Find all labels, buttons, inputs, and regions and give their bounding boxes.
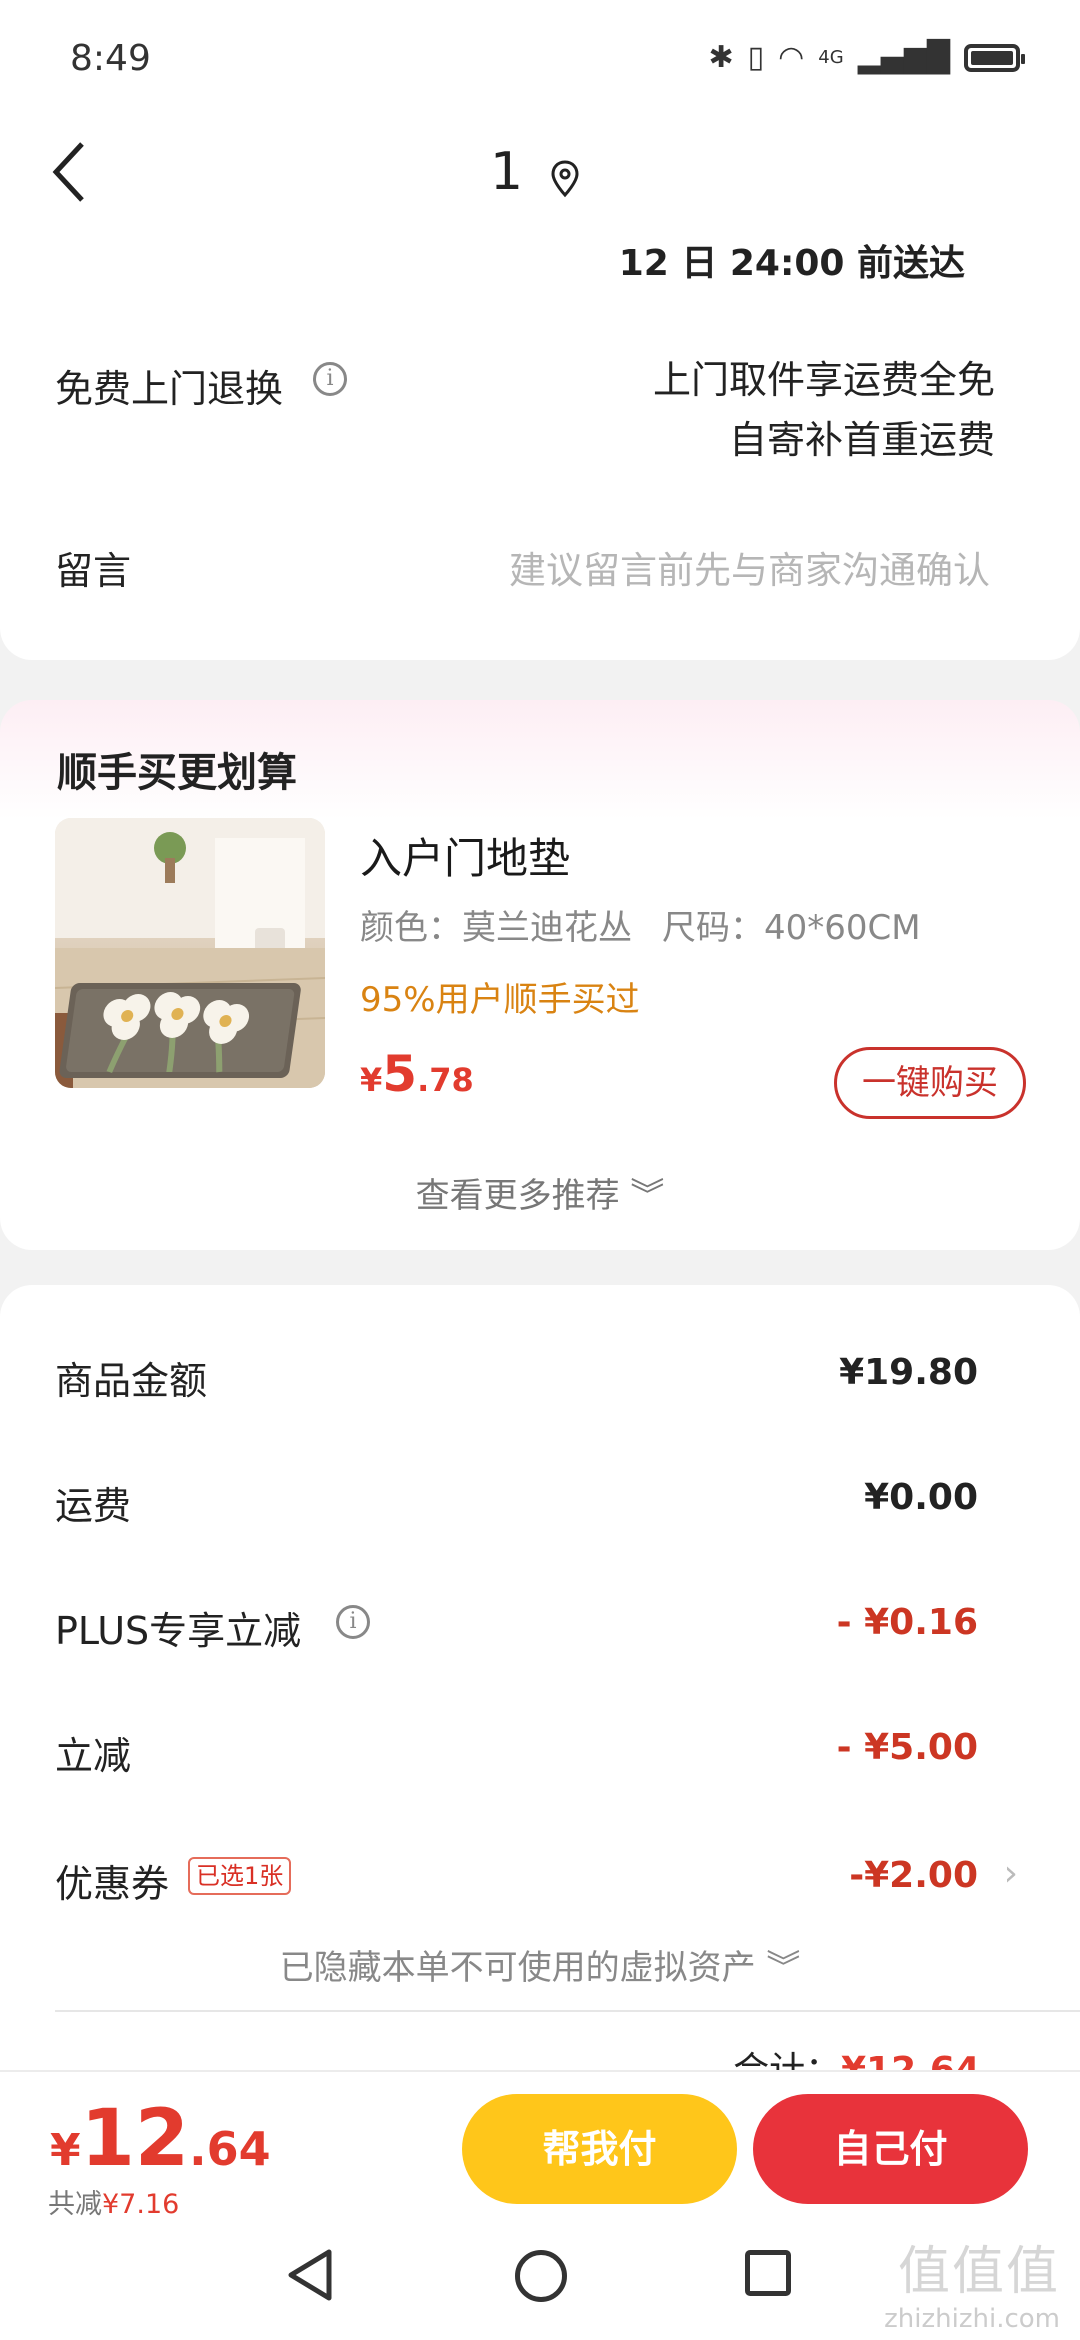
self-pay-button[interactable]: 自己付 <box>753 2094 1028 2204</box>
return-label: 免费上门退换 <box>55 367 284 411</box>
coupon-label[interactable]: 优惠券 <box>55 1853 169 1908</box>
chevron-left-icon <box>52 142 84 202</box>
watermark-logo: 值值值 <box>897 2242 1060 2302</box>
goods-amount-value: ¥19.80 <box>839 1352 978 1393</box>
shipping-label: 运费 <box>55 1484 132 1528</box>
page-title: 1 <box>490 142 524 202</box>
nav-bar: 1 <box>0 120 1080 240</box>
wifi-icon: ◠ <box>778 40 805 75</box>
info-icon[interactable]: i <box>313 362 347 396</box>
back-button[interactable] <box>50 140 130 220</box>
vibrate-icon: ▯ <box>747 40 765 75</box>
product-name[interactable]: 入户门地垫 <box>360 825 570 886</box>
recommend-title: 顺手买更划算 <box>57 750 297 796</box>
status-icons: ✱ ▯ ◠ 4G ▂▄▆█ <box>708 40 1025 75</box>
return-line-2: 自寄补首重运费 <box>728 418 995 462</box>
recent-apps-icon[interactable] <box>745 2250 791 2296</box>
payment-bar: ¥12.64 共减¥7.16 帮我付 自己付 <box>0 2070 1080 2220</box>
order-info-card: 12 日 24:00 前送达 免费上门退换 i 上门取件享运费全免 自寄补首重运… <box>0 240 1080 660</box>
triangle-back-icon[interactable] <box>285 2248 335 2302</box>
help-pay-button[interactable]: 帮我付 <box>462 2094 737 2204</box>
price-decimal: .78 <box>417 1061 474 1099</box>
instant-discount-label: 立减 <box>55 1734 132 1778</box>
status-time: 8:49 <box>70 38 151 79</box>
saved-amount: 共减¥7.16 <box>48 2182 179 2221</box>
product-spec: 颜色：莫兰迪花丛 尺码：40*60CM <box>360 900 921 949</box>
status-bar: 8:49 ✱ ▯ ◠ 4G ▂▄▆█ <box>0 0 1080 120</box>
hidden-assets-toggle[interactable]: 已隐藏本单不可使用的虚拟资产 ︾ <box>0 1940 1080 1989</box>
watermark: 值值值 zhizhizhi.com <box>884 2229 1060 2334</box>
return-line-1: 上门取件享运费全免 <box>652 358 995 402</box>
product-price: ¥5.78 <box>360 1045 474 1103</box>
chevron-right-icon[interactable]: › <box>1004 1853 1018 1894</box>
saved-label: 共减 <box>48 2189 102 2220</box>
location-icon[interactable] <box>550 160 580 198</box>
watermark-url: zhizhizhi.com <box>884 2304 1060 2334</box>
signal-icon: ▂▄▆█ <box>857 40 950 75</box>
price-integer: 5 <box>382 1045 418 1103</box>
message-input[interactable]: 建议留言前先与商家沟通确认 <box>509 540 990 594</box>
divider <box>55 2010 1080 2012</box>
battery-icon <box>964 43 1025 72</box>
home-circle-icon[interactable] <box>515 2250 567 2302</box>
goods-amount-label: 商品金额 <box>55 1359 208 1403</box>
product-image[interactable] <box>55 818 325 1088</box>
message-label: 留言 <box>55 549 132 593</box>
instant-discount-value: - ¥5.00 <box>836 1727 978 1768</box>
saved-value: ¥7.16 <box>102 2189 180 2220</box>
system-nav-bar: 值值值 zhizhizhi.com <box>0 2220 1080 2340</box>
pay-total-decimal: .64 <box>189 2122 271 2176</box>
more-recommend-link[interactable]: 查看更多推荐 ︾ <box>0 1168 1080 1217</box>
pay-total-integer: 12 <box>80 2094 190 2184</box>
pay-currency: ¥ <box>50 2125 81 2176</box>
coupon-value[interactable]: -¥2.00 <box>849 1855 978 1896</box>
one-click-buy-button[interactable]: 一键购买 <box>834 1047 1026 1119</box>
delivery-note: 12 日 24:00 前送达 <box>618 243 965 284</box>
plus-discount-label: PLUS专享立减 <box>55 1609 302 1653</box>
color-spec: 颜色：莫兰迪花丛 <box>360 908 632 948</box>
network-label: 4G <box>818 47 844 68</box>
coupon-badge: 已选1张 <box>188 1857 292 1895</box>
size-spec: 尺码：40*60CM <box>662 908 921 948</box>
bluetooth-icon: ✱ <box>708 40 734 75</box>
price-summary-card: 商品金额 ¥19.80 运费 ¥0.00 PLUS专享立减 i - ¥0.16 … <box>0 1285 1080 2105</box>
shipping-value: ¥0.00 <box>864 1477 978 1518</box>
price-currency: ¥ <box>360 1061 383 1099</box>
purchase-tag: 95%用户顺手买过 <box>360 980 640 1020</box>
plus-discount-value: - ¥0.16 <box>836 1602 978 1643</box>
info-icon[interactable]: i <box>336 1605 370 1639</box>
return-value: 上门取件享运费全免 自寄补首重运费 <box>653 350 995 470</box>
recommend-card: 顺手买更划算 入户门地垫 颜色：莫兰迪花丛 尺码：40*60CM 95%用户顺手… <box>0 700 1080 1250</box>
doormat-illustration <box>55 818 325 1088</box>
pay-total: ¥12.64 <box>50 2094 271 2184</box>
